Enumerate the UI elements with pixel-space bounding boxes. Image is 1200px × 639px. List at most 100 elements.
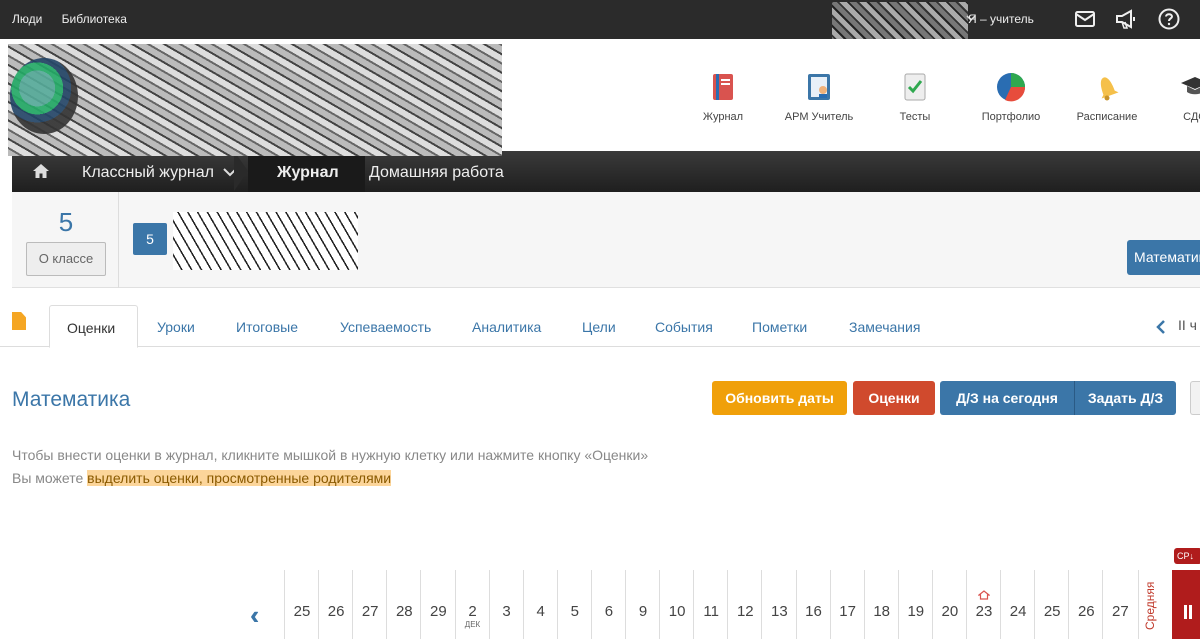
date-column[interactable]: 25 — [1034, 570, 1068, 639]
date-column[interactable]: 29 — [420, 570, 454, 639]
date-label: 12 — [736, 603, 754, 620]
pause-icon[interactable] — [1184, 605, 1192, 619]
date-column[interactable]: 10 — [659, 570, 693, 639]
help-icon[interactable] — [1157, 7, 1181, 31]
date-column[interactable]: 26 — [1068, 570, 1102, 639]
date-label: 23 — [975, 603, 993, 620]
grades-button[interactable]: Оценки — [853, 381, 935, 415]
app-teacher-workstation[interactable]: АРМ Учитель — [774, 71, 864, 123]
date-column[interactable]: 5 — [556, 570, 591, 639]
date-column[interactable]: 27 — [352, 570, 386, 639]
chevron-left-icon[interactable] — [1156, 320, 1166, 334]
date-label: 25 — [293, 603, 311, 620]
journal-icon — [713, 74, 733, 100]
tab-grades[interactable]: Оценки — [49, 305, 138, 348]
hint-prefix: Вы можете — [12, 470, 88, 486]
sr-badge[interactable]: СР↓ — [1174, 548, 1200, 564]
date-label: 6 — [604, 603, 614, 620]
date-label: 28 — [395, 603, 413, 620]
date-label: 25 — [1043, 603, 1061, 620]
date-column[interactable]: 24 — [1000, 570, 1034, 639]
class-info-bar: 5 О классе 5 Математика — [12, 192, 1200, 288]
update-dates-button[interactable]: Обновить даты — [712, 381, 847, 415]
date-label: 2 — [468, 603, 477, 620]
home-icon[interactable] — [32, 163, 50, 179]
page-title: Математика — [12, 388, 131, 411]
date-column[interactable]: 19 — [897, 570, 932, 639]
teacher-workstation-icon — [808, 74, 830, 100]
date-label: 3 — [502, 603, 511, 620]
date-label: 19 — [907, 603, 925, 620]
date-column[interactable]: 11 — [693, 570, 727, 639]
date-label: 29 — [430, 603, 447, 620]
document-icon[interactable] — [12, 312, 26, 330]
date-column[interactable]: 26 — [318, 570, 352, 639]
date-column[interactable]: 12 — [727, 570, 761, 639]
header: Журнал АРМ Учитель Тесты Портфолио Распи… — [0, 39, 1200, 156]
about-class-button[interactable]: О классе — [26, 242, 106, 276]
assign-homework-button[interactable]: Задать Д/З — [1074, 381, 1176, 415]
date-column[interactable]: 28 — [386, 570, 420, 639]
tab-goals[interactable]: Цели — [582, 319, 616, 335]
app-sdo[interactable]: СДО — [1150, 71, 1200, 123]
nav-library-link[interactable]: Библиотека — [62, 12, 127, 26]
date-column[interactable]: 6 — [590, 570, 625, 639]
subject-math-button[interactable]: Математика — [1127, 240, 1200, 275]
tab-progress[interactable]: Успеваемость — [340, 319, 431, 335]
tab-events[interactable]: События — [655, 319, 713, 335]
date-column[interactable]: 18 — [863, 570, 898, 639]
journal-crumb[interactable]: Журнал — [277, 164, 339, 182]
date-column[interactable]: 9 — [625, 570, 659, 639]
home-icon — [978, 590, 990, 600]
journal-tabs: Оценки Уроки Итоговые Успеваемость Анали… — [0, 303, 1200, 348]
homework-crumb[interactable]: Домашняя работа — [369, 164, 504, 182]
highlight-parent-viewed-link[interactable]: выделить оценки, просмотренные родителям… — [87, 470, 392, 486]
date-header-row: ‹‹ Средняя СР↓ 25 26 27 28 29 2 ДЕК 3 4 5 6 9 10 11 12… — [0, 548, 1200, 639]
date-column[interactable]: 25 — [284, 570, 318, 639]
date-column[interactable]: 17 — [829, 570, 864, 639]
tab-remarks[interactable]: Замечания — [849, 319, 920, 335]
scroll-back-icon[interactable]: ‹‹ — [250, 600, 262, 631]
app-tests[interactable]: Тесты — [870, 71, 960, 123]
tab-analytics[interactable]: Аналитика — [472, 319, 541, 335]
megaphone-icon[interactable] — [1114, 7, 1138, 31]
app-journal-label: Журнал — [702, 111, 744, 123]
date-column[interactable]: 2 ДЕК — [454, 570, 489, 639]
date-label: 27 — [1112, 603, 1129, 620]
date-column[interactable]: 23 — [966, 570, 1000, 639]
hint-text-line1: Чтобы внести оценки в журнал, кликните м… — [12, 447, 649, 463]
bell-icon — [1100, 77, 1119, 101]
app-journal[interactable]: Журнал — [678, 71, 768, 123]
tab-notes[interactable]: Пометки — [752, 319, 807, 335]
tab-lessons[interactable]: Уроки — [157, 319, 195, 335]
nav-people-link[interactable]: Люди — [12, 12, 42, 26]
app-sdo-label: СДО — [1183, 111, 1200, 123]
date-column[interactable]: 16 — [795, 570, 830, 639]
app-portfolio[interactable]: Портфолио — [966, 71, 1056, 123]
app-schedule[interactable]: Расписание — [1062, 71, 1152, 123]
school-logo-redacted — [8, 44, 502, 156]
class-name-redacted — [173, 212, 358, 270]
hint-text-line2: Вы можете выделить оценки, просмотренные… — [12, 470, 392, 486]
homework-today-button[interactable]: Д/З на сегодня — [940, 381, 1074, 415]
period-selector[interactable]: II ч — [1178, 317, 1197, 333]
date-label: 13 — [771, 603, 788, 620]
date-label: 9 — [638, 603, 648, 620]
tab-final[interactable]: Итоговые — [236, 319, 298, 335]
date-column[interactable]: 4 — [522, 570, 557, 639]
date-column[interactable]: 20 — [931, 570, 966, 639]
date-column[interactable]: 13 — [761, 570, 795, 639]
group-badge[interactable]: 5 — [133, 223, 167, 255]
class-journal-dropdown[interactable]: Классный журнал — [82, 164, 214, 182]
mail-icon[interactable] — [1073, 7, 1097, 31]
average-column-header: Средняя — [1138, 570, 1172, 639]
date-column[interactable]: 3 — [488, 570, 523, 639]
more-options-button[interactable] — [1190, 381, 1200, 415]
date-label: 26 — [327, 603, 345, 620]
user-role-label[interactable]: Я – учитель — [968, 12, 1034, 26]
date-column[interactable]: 27 — [1102, 570, 1136, 639]
sr-column[interactable]: СР↓ — [1172, 548, 1200, 639]
date-label: 24 — [1009, 603, 1027, 620]
date-label: 5 — [570, 603, 579, 620]
top-bar: Люди Библиотека Я – учитель — [0, 0, 1200, 44]
